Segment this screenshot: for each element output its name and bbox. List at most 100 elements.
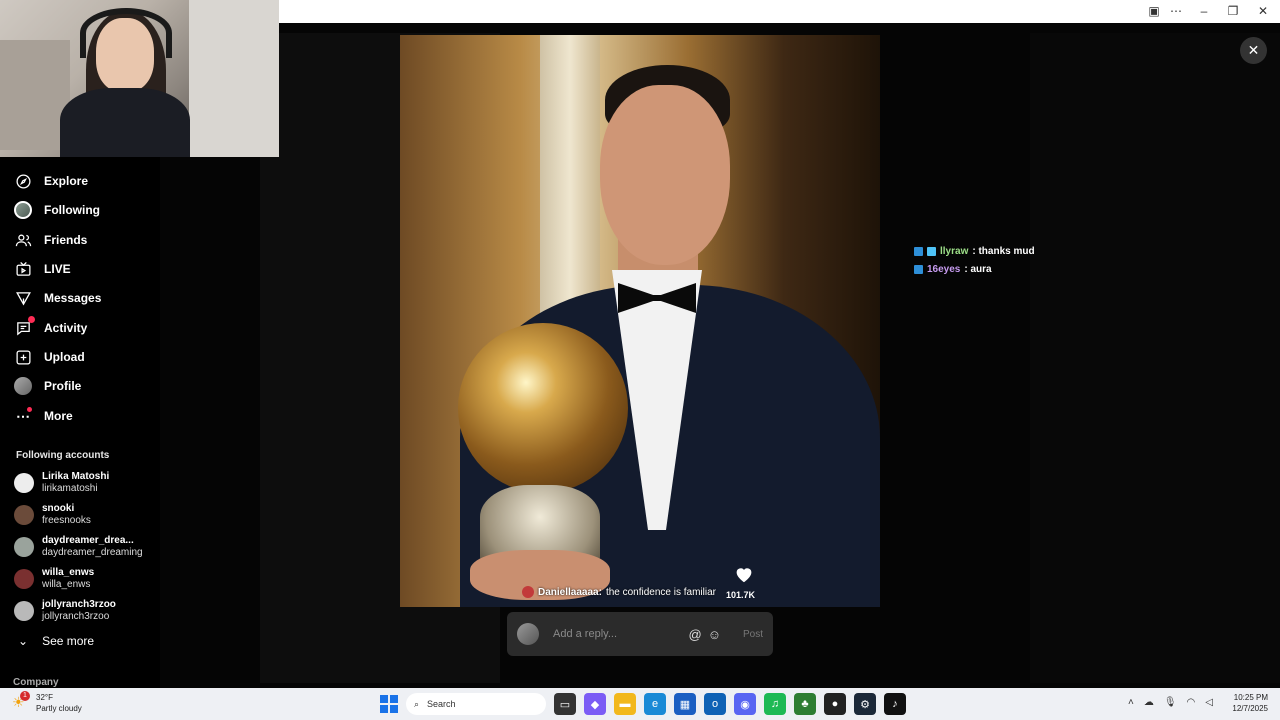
obs-icon[interactable]: ● xyxy=(824,693,846,715)
close-icon: ✕ xyxy=(1247,42,1260,58)
upload-icon xyxy=(14,348,32,366)
chat-user: llyraw xyxy=(940,245,969,257)
nav-friends[interactable]: Friends xyxy=(14,229,87,251)
avatar xyxy=(14,569,34,589)
robinhood-icon[interactable]: ♣ xyxy=(794,693,816,715)
post-button[interactable]: Post xyxy=(743,629,763,640)
badge-icon xyxy=(914,264,923,274)
wifi-icon[interactable]: ◠ xyxy=(1187,697,1196,708)
account-item[interactable]: jollyranch3rzoo jollyranch3rzoo xyxy=(14,597,154,625)
discord-icon[interactable]: ◉ xyxy=(734,693,756,715)
taskbar: ☀ 1 32°F Partly cloudy ⌕ Search ▭ ◆ ▬ e … xyxy=(0,688,1280,720)
nav-label: Messages xyxy=(44,291,102,305)
nav-messages[interactable]: Messages xyxy=(14,287,101,309)
account-item[interactable]: snooki freesnooks xyxy=(14,501,154,529)
nav-explore[interactable]: Explore xyxy=(14,170,88,192)
see-more-label: See more xyxy=(42,634,95,648)
notification-badge: 1 xyxy=(20,691,30,701)
mention-icon[interactable]: @ xyxy=(689,627,702,642)
like-count: 101.7K xyxy=(726,590,756,600)
heart-icon xyxy=(736,568,752,583)
account-item[interactable]: Lirika Matoshi lirikamatoshi xyxy=(14,469,154,497)
weather-desc: Partly cloudy xyxy=(36,704,82,713)
nav-following[interactable]: Following xyxy=(14,199,100,221)
webcam-overlay xyxy=(0,0,279,157)
nav-label: Profile xyxy=(44,379,82,393)
company-link[interactable]: Company xyxy=(13,677,59,688)
chat-text: : thanks mud xyxy=(972,245,1035,257)
nav-activity[interactable]: Activity xyxy=(14,316,87,339)
nav-profile[interactable]: Profile xyxy=(14,375,81,397)
menu-dots-icon[interactable]: ⋯ xyxy=(1169,4,1183,18)
nav-label: LIVE xyxy=(44,262,71,276)
start-button[interactable] xyxy=(380,695,398,713)
avatar xyxy=(517,623,539,645)
nav-label: Upload xyxy=(44,350,85,364)
see-more-button[interactable]: ⌄ See more xyxy=(18,634,94,648)
comment-text: the confidence is familiar xyxy=(605,586,716,598)
activity-icon xyxy=(14,316,35,337)
taskbar-search[interactable]: ⌕ Search xyxy=(406,693,546,715)
nav-upload[interactable]: Upload xyxy=(14,346,85,368)
system-tray: ˄ ☁ 🎙 ◠ ◁ xyxy=(1128,697,1213,708)
outlook-icon[interactable]: o xyxy=(704,693,726,715)
nav-label: More xyxy=(44,409,73,423)
badge-icon xyxy=(914,246,923,256)
browser-title-bar: ▣ ⋯ – ❐ ✕ xyxy=(279,0,1280,23)
profile-avatar xyxy=(14,377,32,395)
badge-icon xyxy=(927,246,936,256)
store-icon[interactable]: ▦ xyxy=(674,693,696,715)
edge-icon[interactable]: e xyxy=(644,693,666,715)
chat-message: llyraw : thanks mud xyxy=(914,242,1035,260)
cast-icon[interactable]: ▣ xyxy=(1147,4,1161,18)
chevron-down-icon: ⌄ xyxy=(18,634,29,648)
clock-time: 10:25 PM xyxy=(1233,693,1268,702)
friends-icon xyxy=(14,231,32,249)
messages-icon xyxy=(14,289,32,307)
floating-comment: Daniellaaaaa: the confidence is familiar xyxy=(522,586,716,598)
following-accounts-title: Following accounts xyxy=(16,450,110,461)
live-icon xyxy=(14,260,32,278)
clock-date: 12/7/2025 xyxy=(1232,704,1268,713)
nav-live[interactable]: LIVE xyxy=(14,258,71,280)
nav-label: Explore xyxy=(44,174,89,188)
chat-user: 16eyes xyxy=(927,263,961,275)
avatar xyxy=(522,586,534,598)
sidebar: Explore Following Friends LIVE Messages … xyxy=(0,157,160,688)
minimize-icon[interactable]: – xyxy=(1197,4,1211,18)
reply-input[interactable]: Add a reply... xyxy=(553,628,689,640)
following-avatar xyxy=(14,201,32,219)
video-player[interactable] xyxy=(400,35,880,607)
weather-temp: 32°F xyxy=(36,693,53,702)
chat-text: : aura xyxy=(964,263,992,275)
emoji-icon[interactable]: ☺ xyxy=(708,627,721,642)
close-viewer-button[interactable]: ✕ xyxy=(1240,37,1267,64)
volume-icon[interactable]: ◁ xyxy=(1205,697,1213,708)
copilot-icon[interactable]: ◆ xyxy=(584,693,606,715)
task-view-icon[interactable]: ▭ xyxy=(554,693,576,715)
account-item[interactable]: willa_enws willa_enws xyxy=(14,565,154,593)
weather-widget[interactable]: ☀ 1 32°F Partly cloudy xyxy=(12,691,82,714)
clock[interactable]: 10:25 PM 12/7/2025 xyxy=(1228,692,1268,714)
steam-icon[interactable]: ⚙ xyxy=(854,693,876,715)
chat-message: 16eyes : aura xyxy=(914,260,1035,278)
search-label: Search xyxy=(427,699,456,709)
tiktok-icon[interactable]: ♪ xyxy=(884,693,906,715)
like-button[interactable] xyxy=(728,565,760,588)
spotify-icon[interactable]: ♫ xyxy=(764,693,786,715)
screen: ▣ ⋯ – ❐ ✕ Explore Following Friends LIVE… xyxy=(0,0,1280,720)
stream-chat-overlay: llyraw : thanks mud 16eyes : aura xyxy=(914,242,1035,278)
account-item[interactable]: daydreamer_drea... daydreamer_dreaming xyxy=(14,533,154,561)
reply-box: Add a reply... @ ☺ Post xyxy=(507,612,773,656)
file-explorer-icon[interactable]: ▬ xyxy=(614,693,636,715)
avatar xyxy=(14,537,34,557)
chevron-up-icon[interactable]: ˄ xyxy=(1128,697,1134,708)
avatar xyxy=(14,505,34,525)
search-icon: ⌕ xyxy=(414,698,420,709)
onedrive-icon[interactable]: ☁ xyxy=(1144,697,1154,708)
maximize-icon[interactable]: ❐ xyxy=(1226,4,1240,18)
avatar xyxy=(14,473,34,493)
microphone-icon[interactable]: 🎙 xyxy=(1164,697,1177,708)
nav-more[interactable]: ⋯ More xyxy=(14,405,73,427)
window-close-icon[interactable]: ✕ xyxy=(1256,4,1270,18)
